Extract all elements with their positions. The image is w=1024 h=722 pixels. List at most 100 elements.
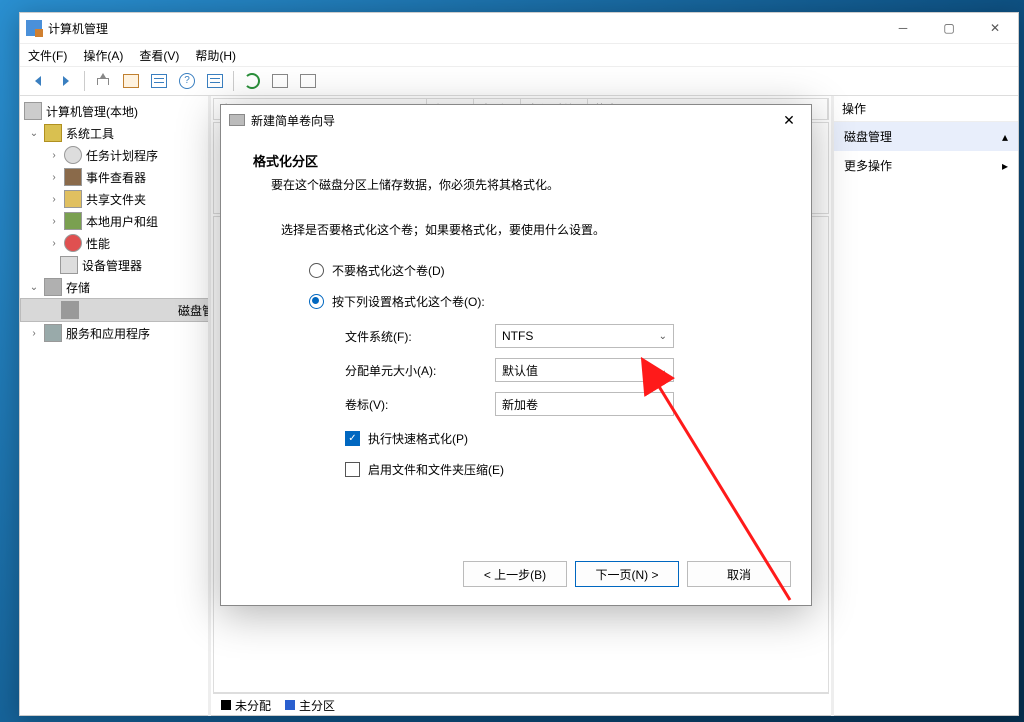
help-icon: ? — [179, 73, 195, 89]
actions-pane: 操作 磁盘管理 ▴ 更多操作 ▸ — [834, 96, 1018, 716]
disk-icon — [61, 301, 79, 319]
tree-services-apps[interactable]: ›服务和应用程序 — [20, 322, 208, 344]
legend: 未分配 主分区 — [213, 693, 829, 716]
toolbar-button-9[interactable] — [268, 69, 292, 93]
close-button[interactable]: ✕ — [972, 13, 1018, 43]
row-allocation-unit: 分配单元大小(A): 默认值 ⌄ — [345, 358, 779, 382]
chevron-down-icon: ⌄ — [659, 331, 667, 342]
computer-icon — [24, 102, 42, 120]
row-volume-label: 卷标(V): 新加卷 — [345, 392, 779, 416]
tools-icon — [44, 124, 62, 142]
allocation-label: 分配单元大小(A): — [345, 362, 495, 379]
device-icon — [60, 256, 78, 274]
nav-back-button[interactable] — [26, 69, 50, 93]
legend-swatch-primary — [285, 700, 295, 710]
menu-help[interactable]: 帮助(H) — [195, 47, 236, 64]
chevron-right-icon: › — [48, 150, 60, 161]
chevron-down-icon: ⌄ — [28, 128, 40, 139]
clock-icon — [64, 146, 82, 164]
actions-header: 操作 — [834, 96, 1018, 122]
volume-name-input[interactable]: 新加卷 — [495, 392, 674, 416]
services-icon — [44, 324, 62, 342]
new-simple-volume-wizard-dialog: 新建简单卷向导 ✕ 格式化分区 要在这个磁盘分区上储存数据，你必须先将其格式化。… — [220, 104, 812, 606]
tree-local-users[interactable]: ›本地用户和组 — [20, 210, 208, 232]
checkbox-quick-format[interactable]: ✓ 执行快速格式化(P) — [345, 430, 779, 447]
chevron-right-icon: › — [48, 172, 60, 183]
menubar: 文件(F) 操作(A) 查看(V) 帮助(H) — [20, 44, 1018, 67]
volume-name-label: 卷标(V): — [345, 396, 495, 413]
tree-task-scheduler[interactable]: ›任务计划程序 — [20, 144, 208, 166]
legend-swatch-unallocated — [221, 700, 231, 710]
chevron-right-icon: › — [48, 238, 60, 249]
checkbox-enable-compression[interactable]: 启用文件和文件夹压缩(E) — [345, 461, 779, 478]
checkbox-icon: ✓ — [345, 431, 360, 446]
dialog-titlebar: 新建简单卷向导 ✕ — [221, 105, 811, 135]
actions-category-diskmgmt[interactable]: 磁盘管理 ▴ — [834, 122, 1018, 151]
up-button[interactable] — [91, 69, 115, 93]
next-button[interactable]: 下一页(N) > — [575, 561, 679, 587]
filesystem-select[interactable]: NTFS ⌄ — [495, 324, 674, 348]
legend-primary: 主分区 — [285, 697, 335, 714]
chevron-down-icon: ⌄ — [28, 282, 40, 293]
tree-root[interactable]: 计算机管理(本地) — [20, 100, 208, 122]
disk-icon — [229, 114, 245, 126]
chevron-right-icon: ▸ — [1002, 159, 1008, 173]
tree-performance[interactable]: ›性能 — [20, 232, 208, 254]
row-filesystem: 文件系统(F): NTFS ⌄ — [345, 324, 779, 348]
back-button[interactable]: < 上一步(B) — [463, 561, 567, 587]
toolbar-separator — [233, 71, 234, 91]
arrow-left-icon — [35, 76, 41, 86]
radio-format-with-settings[interactable]: 按下列设置格式化这个卷(O): — [309, 293, 779, 310]
minimize-button[interactable]: ─ — [880, 13, 926, 43]
tree-device-manager[interactable]: 设备管理器 — [20, 254, 208, 276]
menu-file[interactable]: 文件(F) — [28, 47, 67, 64]
refresh-icon — [244, 73, 260, 89]
window-title: 计算机管理 — [48, 20, 880, 37]
refresh-button[interactable] — [240, 69, 264, 93]
dialog-body: 格式化分区 要在这个磁盘分区上储存数据，你必须先将其格式化。 选择是否要格式化这… — [221, 135, 811, 478]
arrow-right-icon — [63, 76, 69, 86]
menu-view[interactable]: 查看(V) — [139, 47, 179, 64]
menu-action[interactable]: 操作(A) — [83, 47, 123, 64]
legend-unallocated: 未分配 — [221, 697, 271, 714]
performance-icon — [64, 234, 82, 252]
radio-icon — [309, 294, 324, 309]
allocation-select[interactable]: 默认值 ⌄ — [495, 358, 674, 382]
tree-event-viewer[interactable]: ›事件查看器 — [20, 166, 208, 188]
chevron-right-icon: › — [48, 194, 60, 205]
toolbar-button-6[interactable]: ? — [175, 69, 199, 93]
storage-icon — [44, 278, 62, 296]
navigation-tree[interactable]: 计算机管理(本地) ⌄系统工具 ›任务计划程序 ›事件查看器 ›共享文件夹 ›本… — [20, 96, 211, 716]
dialog-subheading: 要在这个磁盘分区上储存数据，你必须先将其格式化。 — [271, 176, 779, 193]
radio-icon — [309, 263, 324, 278]
list-icon — [151, 74, 167, 88]
options-icon — [272, 74, 288, 88]
tree-system-tools[interactable]: ⌄系统工具 — [20, 122, 208, 144]
desktop: 计算机管理 ─ ▢ ✕ 文件(F) 操作(A) 查看(V) 帮助(H) ? — [0, 0, 1024, 722]
chevron-down-icon: ⌄ — [659, 365, 667, 376]
toolbar-button-7[interactable] — [203, 69, 227, 93]
event-icon — [64, 168, 82, 186]
toolbar-separator — [84, 71, 85, 91]
details-icon — [207, 74, 223, 88]
dialog-close-button[interactable]: ✕ — [775, 106, 803, 134]
radio-no-format[interactable]: 不要格式化这个卷(D) — [309, 262, 779, 279]
chevron-right-icon: › — [48, 216, 60, 227]
toolbar-button-4[interactable] — [119, 69, 143, 93]
actions-more[interactable]: 更多操作 ▸ — [834, 151, 1018, 180]
titlebar: 计算机管理 ─ ▢ ✕ — [20, 13, 1018, 44]
dialog-title: 新建简单卷向导 — [251, 112, 775, 129]
tree-storage[interactable]: ⌄存储 — [20, 276, 208, 298]
maximize-button[interactable]: ▢ — [926, 13, 972, 43]
cancel-button[interactable]: 取消 — [687, 561, 791, 587]
panel-icon — [123, 74, 139, 88]
dialog-buttons: < 上一步(B) 下一页(N) > 取消 — [463, 561, 791, 587]
folder-icon — [64, 190, 82, 208]
toolbar-button-5[interactable] — [147, 69, 171, 93]
toolbar-button-10[interactable] — [296, 69, 320, 93]
tree-disk-management[interactable]: 磁盘管理 — [20, 298, 211, 322]
chevron-right-icon: › — [28, 328, 40, 339]
nav-forward-button[interactable] — [54, 69, 78, 93]
tree-shared-folders[interactable]: ›共享文件夹 — [20, 188, 208, 210]
users-icon — [64, 212, 82, 230]
